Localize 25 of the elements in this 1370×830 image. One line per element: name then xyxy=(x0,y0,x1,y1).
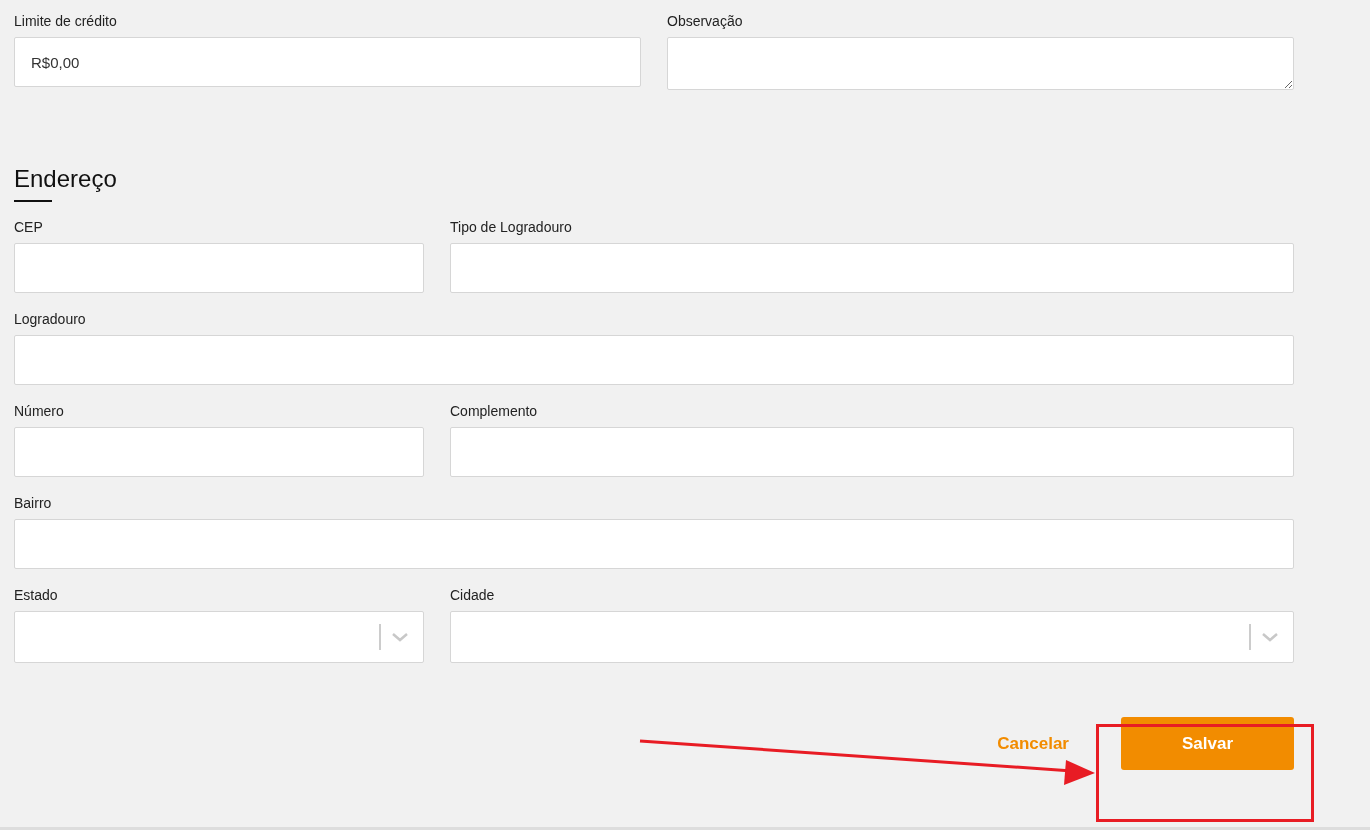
input-field[interactable] xyxy=(14,519,1294,569)
field-label: Cidade xyxy=(450,586,495,605)
input-field[interactable] xyxy=(450,243,1294,293)
field-label: Limite de crédito xyxy=(14,12,117,31)
field-label: Observação xyxy=(667,12,743,31)
field-label: Logradouro xyxy=(14,310,86,329)
input-field[interactable] xyxy=(14,335,1294,385)
cancel-link[interactable]: Cancelar xyxy=(997,733,1069,754)
field-label: CEP xyxy=(14,218,43,237)
field-label: Número xyxy=(14,402,64,421)
chevron-down-icon xyxy=(391,632,409,642)
section-heading: Endereço xyxy=(14,164,117,194)
save-button[interactable]: Salvar xyxy=(1121,717,1294,770)
select-field[interactable] xyxy=(14,611,424,663)
input-field[interactable]: R$0,00 xyxy=(14,37,641,87)
field-label: Estado xyxy=(14,586,58,605)
chevron-down-icon xyxy=(1261,632,1279,642)
input-field[interactable] xyxy=(14,243,424,293)
text-area[interactable] xyxy=(667,37,1294,90)
input-field[interactable] xyxy=(14,427,424,477)
field-label: Complemento xyxy=(450,402,538,421)
field-label: Bairro xyxy=(14,494,52,513)
input-field[interactable] xyxy=(450,427,1294,477)
select-field[interactable] xyxy=(450,611,1294,663)
field-label: Tipo de Logradouro xyxy=(450,218,572,237)
